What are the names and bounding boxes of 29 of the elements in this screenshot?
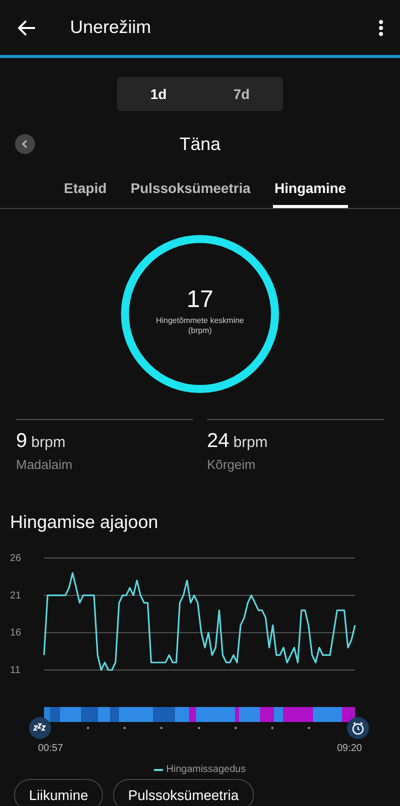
range-option[interactable]: 7d — [200, 77, 283, 111]
average-value: 17 — [186, 286, 214, 314]
average-label: Hingetõmmete keskmine — [156, 316, 244, 326]
stat-value: 9 brpm — [16, 430, 66, 453]
back-icon[interactable] — [18, 20, 36, 36]
stat-value: 24 brpm — [207, 430, 269, 453]
date-label: Täna — [179, 134, 221, 154]
legend-item: Hingamissagedus — [154, 764, 246, 775]
stat-label: Madalaim — [16, 457, 74, 472]
tab[interactable]: Etapid — [62, 173, 109, 208]
more-options-icon[interactable] — [378, 18, 384, 36]
section-heading: Hingamise ajajoon — [10, 512, 160, 533]
filter-chip[interactable]: Pulssoksümeetria — [113, 779, 254, 806]
y-axis-label: 26 — [10, 553, 22, 564]
previous-day-icon[interactable] — [15, 134, 35, 154]
end-time: 09:20 — [336, 743, 362, 754]
filter-chip[interactable]: Liikumine — [14, 779, 104, 806]
tab[interactable]: Pulssoksümeetria — [128, 173, 253, 208]
range-option[interactable]: 1d — [117, 77, 200, 111]
screen-title: Unerežiim — [70, 17, 152, 38]
y-axis-label: 11 — [10, 665, 20, 676]
start-time: 00:57 — [38, 743, 64, 754]
stat-label: Kõrgeim — [207, 457, 256, 472]
y-axis-label: 16 — [10, 628, 22, 639]
y-axis-label: 21 — [10, 590, 22, 602]
tab[interactable]: Hingamine — [272, 173, 348, 208]
alarm-clock-icon — [347, 717, 369, 739]
average-unit: (brpm) — [188, 326, 212, 336]
sleep-icon — [29, 717, 51, 739]
